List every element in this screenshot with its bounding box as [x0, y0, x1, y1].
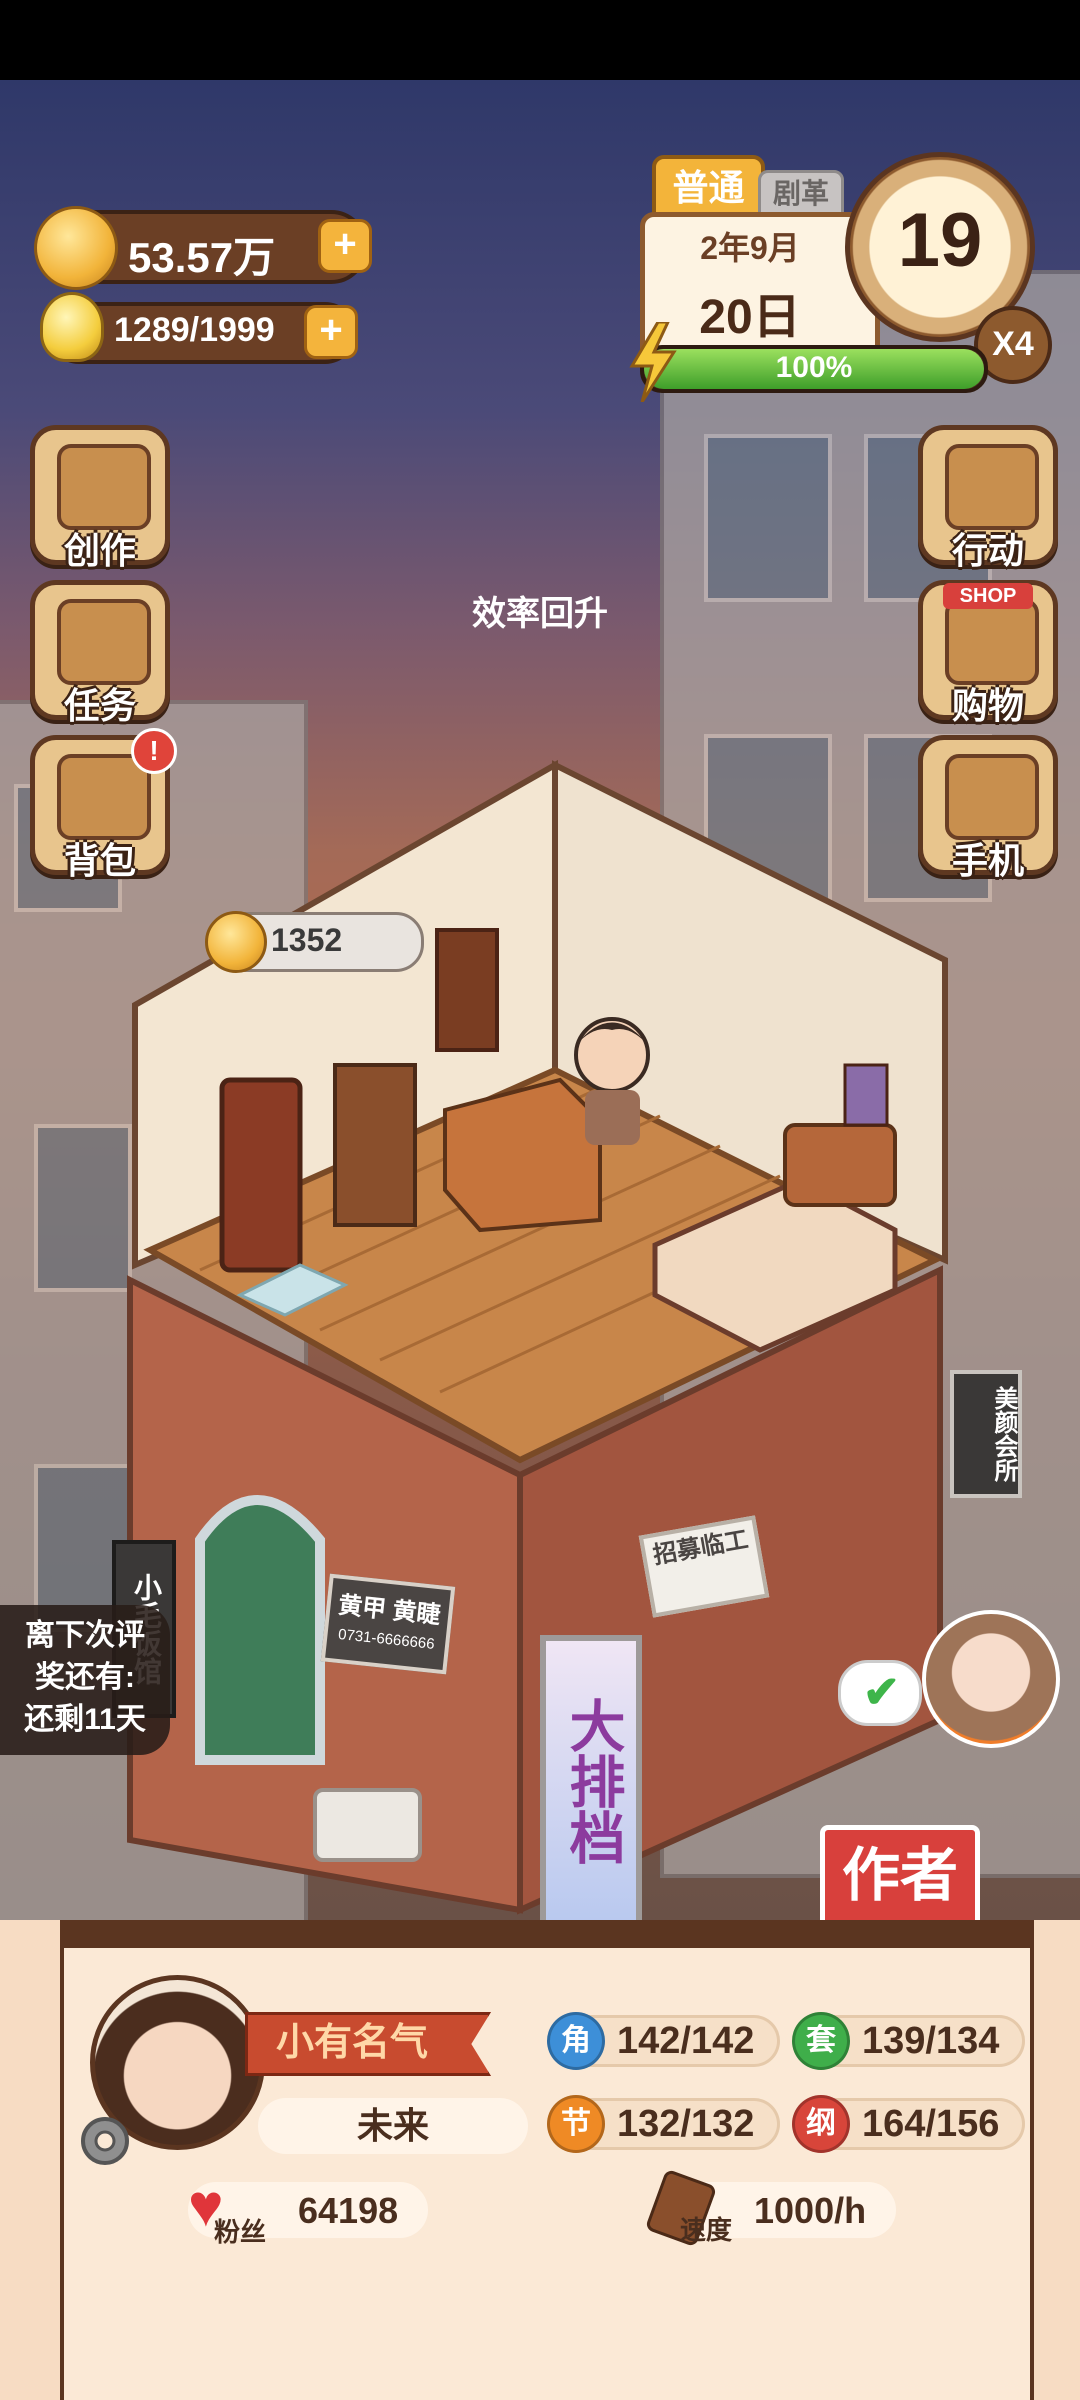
stat-value: 139/134	[862, 2020, 1000, 2062]
speed-pill: 速度 1000/h	[644, 2168, 896, 2248]
door-sign: 黄甲 黄睫 0731-6666666	[320, 1573, 456, 1675]
fans-pill: ♥ 粉丝 64198	[188, 2176, 428, 2247]
next-review-line2: 奖还有:	[35, 1661, 135, 1694]
wall-poster	[843, 1063, 889, 1127]
profile-panel: 小有名气 未来 ♥ 粉丝 64198 速度 1000/h 角 142/142 套 13…	[0, 1920, 1080, 2400]
player-name[interactable]: 未来	[258, 2098, 528, 2154]
wall-window-frame	[435, 928, 499, 1052]
progress-label: 100%	[775, 351, 853, 384]
add-energy-button[interactable]: +	[304, 305, 358, 359]
bookshelf	[333, 1063, 417, 1227]
panel-right-binding	[1030, 1920, 1080, 2400]
door-sign-text: 黄甲 黄睫	[336, 1591, 442, 1630]
hanging-sign-right: 美颜会所	[950, 1370, 1022, 1498]
fans-label: 粉丝	[214, 2217, 267, 2247]
panel-top-border	[0, 1920, 1080, 1948]
stat-pill: 纲 164/156	[792, 2095, 1025, 2153]
shop-icon	[945, 599, 1039, 685]
speed-value: 1000/h	[754, 2190, 867, 2231]
left-menu-book-button[interactable]: 创作	[30, 425, 170, 571]
book-icon	[57, 444, 151, 530]
check-bubble[interactable]: ✔	[838, 1660, 922, 1726]
coins-pill: 53.57万 +	[34, 206, 372, 290]
lightning-icon	[628, 320, 678, 403]
room-coin-value: 1352	[271, 922, 343, 958]
add-coins-button[interactable]: +	[318, 219, 372, 273]
stat-badge: 纲	[792, 2095, 850, 2153]
right-menu-label: 购物	[951, 685, 1024, 726]
next-review-timer: 离下次评 奖还有: 还剩11天	[0, 1605, 170, 1755]
lightbulb-icon	[40, 292, 104, 362]
left-menu-label: 创作	[63, 530, 136, 571]
stat-value: 164/156	[862, 2103, 1000, 2145]
coins-value: 53.57万	[128, 234, 276, 281]
next-review-line3: 还剩11天	[24, 1703, 146, 1736]
stat-badge: 角	[547, 2012, 605, 2070]
left-menu-label: 背包	[63, 840, 136, 881]
dapaidang-banner: 大排档	[540, 1635, 642, 1920]
facade-window	[195, 1495, 325, 1765]
speed-label: 速度	[680, 2215, 733, 2245]
left-menu-clipboard-button[interactable]: 任务	[30, 580, 170, 726]
stat-value: 142/142	[617, 2020, 755, 2062]
door-icon	[945, 444, 1039, 530]
right-menu-door-button[interactable]: 行动	[918, 425, 1058, 571]
stat-pill: 角 142/142	[547, 2012, 780, 2070]
character-body	[585, 1090, 640, 1145]
bed-headboard	[783, 1123, 897, 1207]
energy-pill: 1289/1999 +	[40, 292, 358, 364]
alert-badge: !	[131, 728, 177, 774]
desk	[443, 1077, 602, 1233]
energy-value: 1289/1999	[114, 311, 275, 349]
author-button[interactable]: 作者	[820, 1825, 980, 1920]
status-bar	[0, 0, 1080, 80]
coin-icon	[205, 911, 267, 973]
clock-value: 19	[897, 198, 983, 283]
stat-pill: 节 132/132	[547, 2095, 780, 2153]
left-menu-bag-button[interactable]: ! 背包	[30, 728, 177, 881]
left-menu-label: 任务	[63, 685, 136, 726]
right-menu-shop-button[interactable]: SHOP 购物	[918, 580, 1058, 726]
floating-message: 效率回升	[472, 595, 608, 633]
energy-progress-bar: 100%	[640, 345, 988, 393]
right-menu-phone-button[interactable]: 手机	[918, 735, 1058, 881]
stat-badge: 套	[792, 2012, 850, 2070]
secondary-tab[interactable]: 剧革	[758, 170, 844, 218]
next-review-line1: 离下次评	[25, 1619, 145, 1652]
coin-icon	[34, 206, 118, 290]
phone-icon	[945, 754, 1039, 840]
stat-pill: 套 139/134	[792, 2012, 1025, 2070]
room-door	[219, 1077, 303, 1273]
panel-left-binding	[0, 1920, 64, 2400]
clipboard-icon	[57, 599, 151, 685]
title-badge: 小有名气	[245, 2012, 491, 2076]
room-coin-bubble[interactable]: 1352	[205, 911, 424, 973]
date-line: 2年9月	[700, 230, 800, 266]
fans-value: 64198	[298, 2190, 399, 2231]
shop-sign-label: SHOP	[943, 583, 1033, 609]
check-icon: ✔	[863, 1668, 900, 1717]
air-conditioner	[313, 1788, 422, 1862]
stat-value: 132/132	[617, 2103, 755, 2145]
stat-badge: 节	[547, 2095, 605, 2153]
right-menu-label: 行动	[951, 530, 1024, 571]
assistant-avatar[interactable]	[922, 1610, 1060, 1748]
right-menu-label: 手机	[951, 840, 1024, 881]
settings-gear-icon[interactable]	[74, 2110, 136, 2172]
